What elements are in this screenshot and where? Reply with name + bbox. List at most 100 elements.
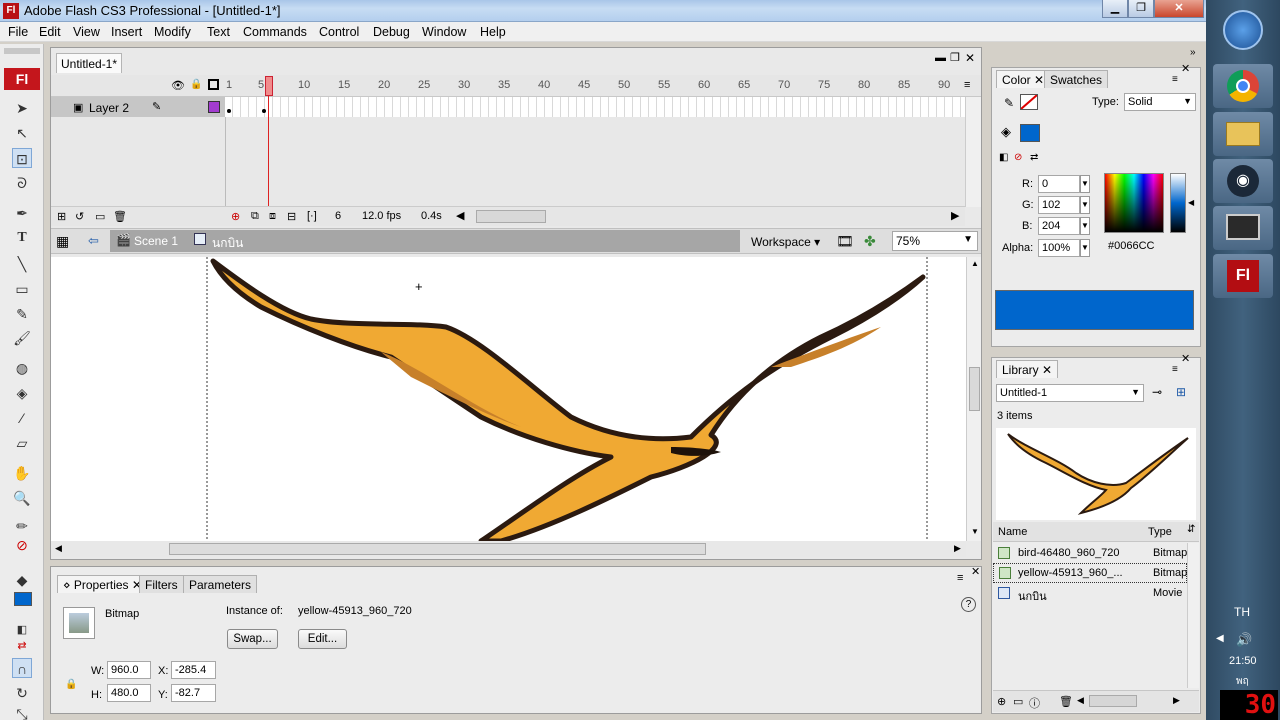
swap-colors-icon[interactable]: ⇄ bbox=[12, 636, 32, 656]
col-type[interactable]: Type bbox=[1148, 526, 1172, 538]
scroll-right-icon[interactable]: ▶ bbox=[951, 209, 959, 222]
chrome-icon[interactable] bbox=[1213, 64, 1273, 108]
layer-row[interactable]: ▣ Layer 2 ✎ bbox=[51, 97, 225, 117]
menu-commands[interactable]: Commands bbox=[243, 25, 307, 39]
sort-icon[interactable]: ⇵ bbox=[1187, 524, 1195, 535]
stroke-swatch[interactable] bbox=[1020, 94, 1038, 110]
default-colors-icon[interactable]: ◧ bbox=[999, 152, 1008, 163]
library-menu-icon[interactable]: ≡ bbox=[1172, 364, 1178, 375]
lib-scroll-left-icon[interactable]: ◀ bbox=[1077, 695, 1084, 706]
edit-multiple-icon[interactable]: ⊟ bbox=[287, 210, 296, 223]
menu-text[interactable]: Text bbox=[207, 25, 230, 39]
doc-restore-icon[interactable]: ❐ bbox=[950, 51, 960, 64]
edit-symbols-icon[interactable]: ✤ bbox=[864, 233, 876, 250]
library-close-icon[interactable]: ✕ bbox=[1181, 352, 1190, 365]
green-dropdown-icon[interactable]: ▼ bbox=[1080, 196, 1090, 214]
maximize-button[interactable]: ❐ bbox=[1128, 0, 1154, 18]
library-item[interactable]: นกบิน Movie bbox=[993, 583, 1187, 603]
rectangle-tool-icon[interactable]: ▭ bbox=[12, 279, 32, 299]
stage-hscroll-thumb[interactable] bbox=[169, 543, 706, 555]
subselection-tool-icon[interactable]: ↖ bbox=[12, 123, 32, 143]
line-tool-icon[interactable]: ╲ bbox=[12, 254, 32, 274]
pin-library-icon[interactable]: ⊸ bbox=[1152, 385, 1162, 399]
color-close-icon[interactable]: ✕ bbox=[1181, 62, 1190, 75]
computer-icon[interactable] bbox=[1213, 206, 1273, 250]
volume-icon[interactable]: 🔊 bbox=[1236, 632, 1252, 648]
red-field[interactable]: 0 bbox=[1038, 175, 1080, 193]
dock-collapse-icon[interactable]: » bbox=[1190, 47, 1196, 58]
windows-start-icon[interactable] bbox=[1223, 10, 1263, 50]
insert-folder-icon[interactable]: ▭ bbox=[95, 210, 105, 223]
new-symbol-icon[interactable]: ⊕ bbox=[997, 695, 1006, 708]
properties-icon[interactable]: ⓘ bbox=[1029, 695, 1040, 711]
new-folder-icon[interactable]: ▭ bbox=[1013, 695, 1023, 708]
timeline-menu-icon[interactable]: ≡ bbox=[964, 79, 970, 91]
close-button[interactable]: ✕ bbox=[1154, 0, 1204, 18]
hscroll-right-icon[interactable]: ▶ bbox=[954, 543, 961, 554]
doc-close-icon[interactable]: ✕ bbox=[965, 51, 975, 65]
menu-insert[interactable]: Insert bbox=[111, 25, 142, 39]
library-hscroll-thumb[interactable] bbox=[1089, 695, 1137, 707]
y-field[interactable]: -82.7 bbox=[171, 684, 216, 702]
keyframe-6[interactable] bbox=[262, 109, 266, 113]
document-tab[interactable]: Untitled-1* bbox=[56, 53, 122, 73]
menu-edit[interactable]: Edit bbox=[39, 25, 61, 39]
props-menu-icon[interactable]: ≡ bbox=[957, 572, 963, 584]
type-select[interactable]: Solid ▼ bbox=[1124, 93, 1196, 111]
menu-view[interactable]: View bbox=[73, 25, 100, 39]
language-indicator[interactable]: TH bbox=[1234, 605, 1250, 619]
red-dropdown-icon[interactable]: ▼ bbox=[1080, 175, 1090, 193]
pen-tool-icon[interactable]: ✒ bbox=[12, 203, 32, 223]
back-arrow-icon[interactable]: ⇦ bbox=[88, 233, 99, 249]
menu-window[interactable]: Window bbox=[422, 25, 466, 39]
tab-properties[interactable]: ⋄ Properties ✕ bbox=[57, 575, 148, 593]
color-spectrum[interactable] bbox=[1104, 173, 1164, 233]
menu-modify[interactable]: Modify bbox=[154, 25, 191, 39]
menu-help[interactable]: Help bbox=[480, 25, 506, 39]
stage[interactable]: + bbox=[51, 257, 966, 541]
scale-icon[interactable]: ⤡ bbox=[12, 704, 32, 720]
minimize-button[interactable]: ▁ bbox=[1102, 0, 1128, 18]
pencil-tool-icon[interactable]: ✎ bbox=[12, 304, 32, 324]
hex-field[interactable]: #0066CC bbox=[1108, 240, 1154, 252]
fill-bucket-icon[interactable]: ◈ bbox=[1001, 124, 1011, 140]
add-guide-icon[interactable]: ↺ bbox=[75, 210, 84, 223]
fill-color-swatch[interactable] bbox=[14, 592, 32, 606]
lib-scroll-right-icon[interactable]: ▶ bbox=[1173, 695, 1180, 706]
playhead[interactable] bbox=[265, 76, 273, 96]
library-document-select[interactable]: Untitled-1 ▼ bbox=[996, 384, 1144, 402]
fill-color-icon[interactable]: ◆ bbox=[12, 570, 32, 590]
breadcrumb-scene[interactable]: Scene 1 bbox=[134, 234, 178, 248]
flash-icon[interactable]: Fl bbox=[1213, 254, 1273, 298]
steam-icon[interactable]: ◉ bbox=[1213, 159, 1273, 203]
keyframe-1[interactable] bbox=[227, 109, 231, 113]
color-menu-icon[interactable]: ≡ bbox=[1172, 74, 1178, 85]
scroll-up-icon[interactable]: ▲ bbox=[971, 259, 979, 268]
swap-button[interactable]: Swap... bbox=[227, 629, 278, 649]
layer-name[interactable]: Layer 2 bbox=[89, 101, 129, 115]
green-field[interactable]: 102 bbox=[1038, 196, 1080, 214]
tab-color[interactable]: Color ✕ bbox=[996, 70, 1051, 88]
scroll-left-icon[interactable]: ◀ bbox=[456, 209, 464, 222]
stage-vscroll[interactable]: ▲ ▼ bbox=[966, 257, 981, 541]
props-close-icon[interactable]: ✕ bbox=[971, 565, 980, 578]
fps-readout[interactable]: 12.0 fps bbox=[362, 210, 401, 222]
stage-hscroll[interactable]: ◀ ▶ bbox=[51, 541, 966, 557]
hand-tool-icon[interactable]: ✋ bbox=[12, 463, 32, 483]
width-field[interactable]: 960.0 bbox=[107, 661, 151, 679]
menu-file[interactable]: File bbox=[8, 25, 28, 39]
bird-bitmap[interactable] bbox=[51, 257, 966, 541]
rotate-skew-icon[interactable]: ↻ bbox=[12, 683, 32, 703]
edit-button[interactable]: Edit... bbox=[298, 629, 347, 649]
alpha-field[interactable]: 100% bbox=[1038, 239, 1080, 257]
help-icon[interactable]: ? bbox=[961, 597, 976, 612]
onion-skin-icon[interactable]: ⧉ bbox=[251, 210, 259, 223]
fill-swatch[interactable] bbox=[1020, 124, 1040, 142]
workspace-dropdown[interactable]: Workspace ▾ bbox=[751, 235, 820, 249]
outline-icon[interactable] bbox=[208, 79, 219, 90]
brush-tool-icon[interactable]: 🖌 bbox=[12, 328, 32, 348]
selection-tool-icon[interactable]: ➤ bbox=[12, 98, 32, 118]
timeline-hscroll-thumb[interactable] bbox=[476, 210, 546, 223]
delete-icon[interactable]: 🗑 bbox=[1059, 695, 1073, 708]
menu-debug[interactable]: Debug bbox=[373, 25, 410, 39]
